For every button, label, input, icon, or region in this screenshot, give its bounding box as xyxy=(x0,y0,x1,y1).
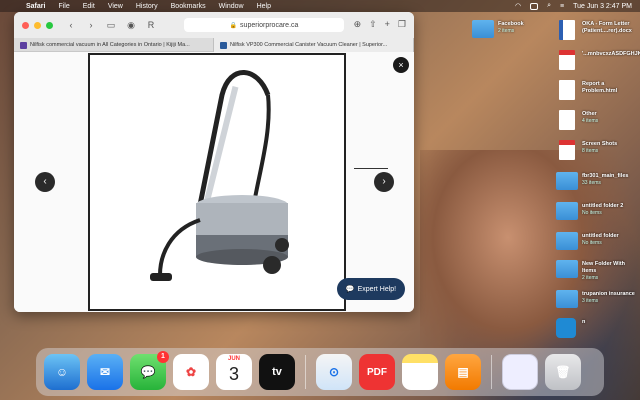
divider-line xyxy=(354,168,388,169)
desktop-folder-other[interactable]: Other 4 items xyxy=(556,110,636,130)
menubar-clock[interactable]: Tue Jun 3 2:47 PM xyxy=(573,3,632,10)
forward-arrow-icon[interactable]: › xyxy=(85,19,97,31)
chat-icon: 💬 xyxy=(345,286,355,293)
desktop-file-oka-form-letter[interactable]: OKA - Form Letter (Patient....rer).docx xyxy=(556,20,636,42)
apple-tv-icon[interactable]: tv xyxy=(259,354,295,390)
desktop-folder-new-with-items[interactable]: New Folder With Items 2 items xyxy=(556,260,636,282)
new-tab-icon[interactable]: + xyxy=(385,19,390,30)
desktop-file-report-problem[interactable]: Report a Problem.html xyxy=(556,80,636,102)
tab-superiorprocare[interactable]: Nilfisk VP300 Commercial Canister Vacuum… xyxy=(214,38,414,52)
books-icon[interactable]: ▤ xyxy=(445,354,481,390)
folder-icon xyxy=(472,20,494,38)
expert-help-button[interactable]: 💬 Expert Help! xyxy=(337,278,405,300)
reader-icon[interactable]: R xyxy=(145,19,157,31)
folder-icon xyxy=(556,172,578,190)
desktop-folder-trupanion[interactable]: trupanion insurance 3 items xyxy=(556,290,636,312)
menu-edit[interactable]: Edit xyxy=(83,3,95,10)
calendar-month: JUN xyxy=(227,356,240,362)
menubar: Safari File Edit View History Bookmarks … xyxy=(0,0,640,12)
desktop-file-screen-shots[interactable]: Screen Shots 8 items xyxy=(556,140,636,160)
messages-badge: 1 xyxy=(157,351,169,363)
menu-history[interactable]: History xyxy=(136,3,158,10)
pdf-doc-icon xyxy=(559,50,575,70)
dock-separator xyxy=(305,355,306,389)
close-window-button[interactable] xyxy=(22,21,29,29)
menu-file[interactable]: File xyxy=(58,3,69,10)
lock-icon: 🔒 xyxy=(229,22,238,29)
pdf-app-icon[interactable]: PDF xyxy=(359,354,395,390)
document-icon xyxy=(559,110,575,130)
product-image-lightbox xyxy=(88,53,346,311)
page-content: × ‹ › 💬 Expert Help! xyxy=(14,52,414,312)
tab-overview-icon[interactable]: ❐ xyxy=(398,19,406,30)
battery-icon[interactable] xyxy=(530,2,539,10)
notes-icon[interactable] xyxy=(402,354,438,390)
calendar-icon[interactable]: JUN 3 xyxy=(216,354,252,390)
kijiji-favicon-icon xyxy=(20,41,27,49)
folder-icon xyxy=(556,290,578,308)
zoom-window-button[interactable] xyxy=(46,21,53,29)
previous-image-button[interactable]: ‹ xyxy=(35,172,55,192)
close-lightbox-button[interactable]: × xyxy=(393,57,409,73)
finder-icon[interactable]: ☺ xyxy=(44,354,80,390)
vacuum-cleaner-image xyxy=(90,55,344,309)
address-url: superiorprocare.ca xyxy=(240,21,299,29)
folder-icon xyxy=(556,260,578,278)
word-doc-icon xyxy=(559,20,575,40)
menu-app-safari[interactable]: Safari xyxy=(26,3,45,10)
desktop-folder-untitled[interactable]: untitled folder No items xyxy=(556,232,636,252)
privacy-icon[interactable]: ◉ xyxy=(125,19,137,31)
toolbar-right: ⊕ ⇧ + ❐ xyxy=(354,19,406,30)
desktop-folder-fbr301[interactable]: fbr301_main_files 33 items xyxy=(556,172,636,192)
menu-bookmarks[interactable]: Bookmarks xyxy=(171,3,206,10)
menubar-status-area: ◠ ⌕ ≡ Tue Jun 3 2:47 PM xyxy=(515,0,632,12)
tab-kijiji[interactable]: Nilfisk commercial vacuum in All Categor… xyxy=(14,38,214,52)
apple-icon[interactable] xyxy=(8,2,16,10)
wifi-icon[interactable]: ◠ xyxy=(515,2,521,10)
messages-icon[interactable]: 💬 1 xyxy=(130,351,169,390)
minimize-window-button[interactable] xyxy=(34,21,41,29)
dock: ☺ ✉ 💬 1 ✿ JUN 3 tv ⊙ PDF ▤ 🗑 xyxy=(36,348,604,396)
safari-toolbar: ‹ › ▭ ◉ R 🔒 superiorprocare.ca ⊕ ⇧ + ❐ xyxy=(14,12,414,38)
photos-icon[interactable]: ✿ xyxy=(173,354,209,390)
desktop-app-n[interactable]: n xyxy=(556,318,636,340)
superior-favicon-icon xyxy=(220,41,227,49)
next-image-button[interactable]: › xyxy=(374,172,394,192)
desktop-file-keys[interactable]: '...mnbvcxzASDFGHJKL;' xyxy=(556,50,640,72)
search-icon[interactable]: ⌕ xyxy=(547,2,551,10)
folder-icon xyxy=(556,202,578,220)
mail-icon[interactable]: ✉ xyxy=(87,354,123,390)
download-icon[interactable]: ⊕ xyxy=(354,19,362,30)
control-center-icon[interactable]: ≡ xyxy=(560,3,564,10)
desktop-folder-facebook[interactable]: Facebook 2 items xyxy=(472,20,552,40)
calendar-day: 3 xyxy=(228,364,239,384)
recent-document-icon[interactable] xyxy=(502,354,538,390)
expert-help-label: Expert Help! xyxy=(357,285,397,293)
dock-separator xyxy=(491,355,492,389)
menu-window[interactable]: Window xyxy=(219,3,244,10)
share-icon[interactable]: ⇧ xyxy=(369,19,377,30)
folder-icon xyxy=(556,232,578,250)
window-controls xyxy=(22,21,53,29)
back-arrow-icon[interactable]: ‹ xyxy=(65,19,77,31)
trash-icon[interactable]: 🗑 xyxy=(545,354,581,390)
pdf-doc-icon xyxy=(559,140,575,160)
html-doc-icon xyxy=(559,80,575,100)
desktop-folder-untitled-2[interactable]: untitled folder 2 No items xyxy=(556,202,636,222)
sidebar-icon[interactable]: ▭ xyxy=(105,19,117,31)
menu-view[interactable]: View xyxy=(108,3,123,10)
safari-icon[interactable]: ⊙ xyxy=(316,354,352,390)
app-icon xyxy=(556,318,576,338)
address-bar[interactable]: 🔒 superiorprocare.ca xyxy=(184,18,344,32)
safari-window: ‹ › ▭ ◉ R 🔒 superiorprocare.ca ⊕ ⇧ + ❐ N… xyxy=(14,12,414,312)
tab-bar: Nilfisk commercial vacuum in All Categor… xyxy=(14,38,414,52)
menu-help[interactable]: Help xyxy=(257,3,271,10)
